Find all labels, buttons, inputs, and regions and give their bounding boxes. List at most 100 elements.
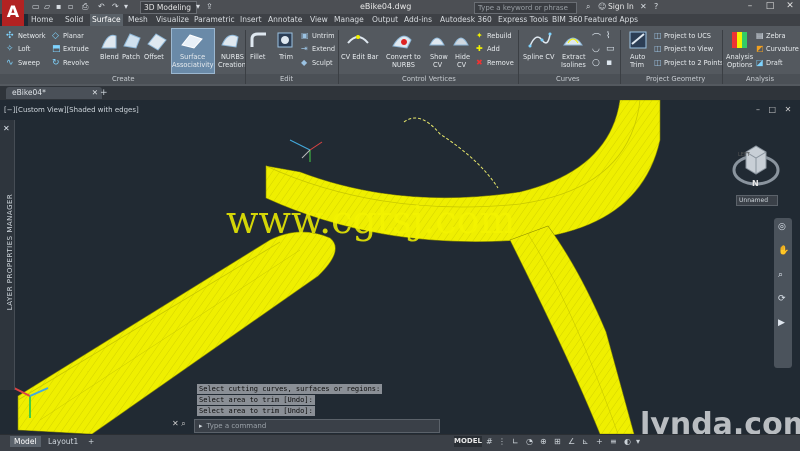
tab-surface[interactable]: Surface <box>90 14 123 26</box>
untrim-button[interactable]: Untrim <box>312 32 335 40</box>
ucs-dropdown[interactable]: Unnamed <box>736 195 778 206</box>
extrude-button[interactable]: Extrude <box>63 45 89 53</box>
loft-button[interactable]: Loft <box>18 45 30 53</box>
patch-button[interactable]: Patch <box>122 53 140 61</box>
user-icon[interactable]: ☺ <box>598 2 606 11</box>
curvature-button[interactable]: Curvature <box>766 45 799 53</box>
show-cv-label-2[interactable]: CV <box>433 61 442 69</box>
curve-tool-4-icon[interactable]: ▭ <box>606 44 615 54</box>
grid-icon[interactable]: # <box>486 437 493 446</box>
panel-title-analysis[interactable]: Analysis <box>746 75 774 83</box>
tab-autodesk360[interactable]: Autodesk 360 <box>440 15 492 24</box>
project-to-view-button[interactable]: Project to View <box>664 45 713 53</box>
zoom-icon[interactable]: ⌕ <box>778 270 783 280</box>
curve-tool-3-icon[interactable]: ◡ <box>592 44 600 54</box>
tab-annotate[interactable]: Annotate <box>268 15 302 24</box>
network-button[interactable]: Network <box>18 32 46 40</box>
model-space-button[interactable]: MODEL <box>454 436 482 447</box>
showmotion-icon[interactable]: ▶ <box>778 318 785 328</box>
zebra-button[interactable]: Zebra <box>766 32 786 40</box>
panel-title-project-geometry[interactable]: Project Geometry <box>646 75 705 83</box>
compass-north[interactable]: N <box>752 179 759 188</box>
remove-cv-button[interactable]: Remove <box>487 59 514 67</box>
otrack-icon[interactable]: ∠ <box>568 437 575 446</box>
sweep-button[interactable]: Sweep <box>18 59 40 67</box>
tab-featured-apps[interactable]: Featured Apps <box>584 15 638 24</box>
search-input[interactable]: Type a keyword or phrase <box>474 2 577 14</box>
print-icon[interactable]: ⎙ <box>82 2 88 12</box>
selection-cycling-icon[interactable]: ▾ <box>636 437 640 446</box>
3d-osnap-icon[interactable]: ⊞ <box>554 437 561 446</box>
redo-icon[interactable]: ↷ <box>112 2 119 11</box>
maximize-button[interactable]: □ <box>762 1 778 12</box>
selected-curve[interactable] <box>403 117 499 189</box>
sculpt-button[interactable]: Sculpt <box>312 59 333 67</box>
tab-mesh[interactable]: Mesh <box>128 15 148 24</box>
nurbs-label-1[interactable]: NURBS <box>221 53 244 61</box>
viewport-close-button[interactable]: ✕ <box>785 105 792 114</box>
convert-label-2[interactable]: NURBS <box>392 61 415 69</box>
share-icon[interactable]: ⇪ <box>206 2 213 11</box>
undo-icon[interactable]: ↶ <box>98 2 105 11</box>
snap-icon[interactable]: ⋮ <box>498 437 506 446</box>
transparency-icon[interactable]: ◐ <box>624 437 631 446</box>
help-icon[interactable]: ? <box>654 2 658 11</box>
document-tab[interactable]: eBike04* ✕ <box>6 87 102 99</box>
extract-label-2[interactable]: Isolines <box>561 61 586 69</box>
viewport-minimize-button[interactable]: – <box>756 105 760 114</box>
drawing-viewport[interactable] <box>0 100 800 434</box>
tab-solid[interactable]: Solid <box>65 15 83 24</box>
trim-button[interactable]: Trim <box>279 53 293 61</box>
lineweight-icon[interactable]: ≡ <box>610 437 617 446</box>
curve-tool-5-icon[interactable]: ○ <box>592 58 600 68</box>
hide-cv-label-2[interactable]: CV <box>457 61 466 69</box>
tab-home[interactable]: Home <box>31 15 53 24</box>
convert-label-1[interactable]: Convert to <box>386 53 421 61</box>
tab-parametric[interactable]: Parametric <box>194 15 235 24</box>
planar-button[interactable]: Planar <box>63 32 84 40</box>
cart-icon[interactable]: ✕ <box>640 2 647 11</box>
add-cv-button[interactable]: Add <box>487 45 500 53</box>
tab-view[interactable]: View <box>310 15 328 24</box>
tab-output[interactable]: Output <box>372 15 398 24</box>
save-icon[interactable]: ▪ <box>56 2 61 11</box>
viewport-controls-label[interactable]: [−][Custom View][Shaded with edges] <box>4 106 139 114</box>
project-to-2-points-button[interactable]: Project to 2 Points <box>664 59 723 67</box>
analysis-label-1[interactable]: Analysis <box>726 53 753 61</box>
blend-button[interactable]: Blend <box>100 53 119 61</box>
sign-in-button[interactable]: Sign In <box>608 2 634 11</box>
tab-layout1[interactable]: Layout1 <box>44 436 82 447</box>
tab-model[interactable]: Model <box>10 436 41 447</box>
command-input[interactable]: ▸ Type a command <box>194 419 440 433</box>
tab-addins[interactable]: Add-ins <box>404 15 432 24</box>
app-menu-button[interactable]: A <box>2 0 24 26</box>
cv-edit-bar-button[interactable]: CV Edit Bar <box>341 53 378 61</box>
panel-title-create[interactable]: Create <box>112 75 135 83</box>
orbit-icon[interactable]: ⟳ <box>778 294 786 304</box>
viewcube-face-label[interactable]: LEFT <box>738 152 750 158</box>
panel-title-edit[interactable]: Edit <box>280 75 293 83</box>
workspace-chevron-icon[interactable]: ▾ <box>196 2 200 11</box>
nurbs-label-2[interactable]: Creation <box>218 61 246 69</box>
save-as-icon[interactable]: ▫ <box>68 2 73 11</box>
close-button[interactable]: ✕ <box>782 1 798 12</box>
curve-tool-6-icon[interactable]: ▪ <box>606 58 612 68</box>
new-tab-icon[interactable]: + <box>100 88 108 98</box>
panel-title-control-vertices[interactable]: Control Vertices <box>402 75 456 83</box>
draft-button[interactable]: Draft <box>766 59 783 67</box>
workspace-dropdown[interactable]: 3D Modeling <box>140 1 197 14</box>
rebuild-button[interactable]: Rebuild <box>487 32 512 40</box>
open-file-icon[interactable]: ▱ <box>44 2 50 11</box>
tab-insert[interactable]: Insert <box>240 15 262 24</box>
viewport-maximize-button[interactable]: □ <box>769 105 777 114</box>
extend-button[interactable]: Extend <box>312 45 335 53</box>
search-icon[interactable]: ⌕ <box>586 2 590 12</box>
analysis-label-2[interactable]: Options <box>727 61 752 69</box>
steering-wheel-icon[interactable]: ◎ <box>778 222 786 232</box>
osnap-icon[interactable]: ⊕ <box>540 437 547 446</box>
command-line-close-icon[interactable]: ✕ ⌕ <box>172 419 192 431</box>
ortho-icon[interactable]: ∟ <box>512 437 519 446</box>
tab-bim360[interactable]: BIM 360 <box>552 15 583 24</box>
curve-tool-1-icon[interactable]: ⌒ <box>592 31 601 44</box>
dyn-icon[interactable]: + <box>596 437 603 446</box>
